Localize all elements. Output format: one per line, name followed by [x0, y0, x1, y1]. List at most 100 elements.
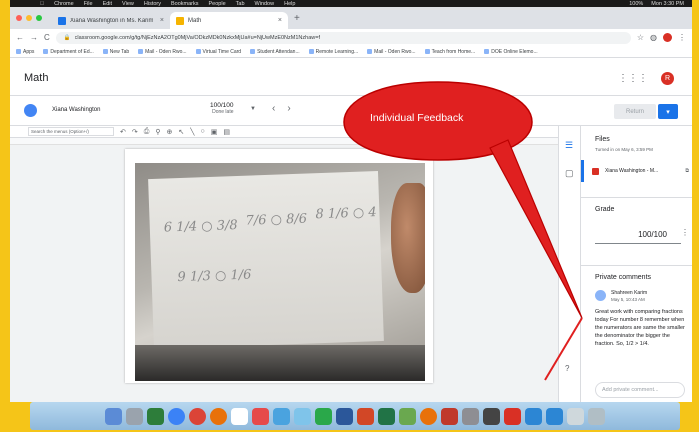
- document-page: 6 1/4 ○ 3/8 7/6 ○ 8/6 8 1/6 ○ 4 9 1/3 ○ …: [125, 149, 433, 383]
- zoom-icon[interactable]: ⊕: [167, 128, 173, 136]
- address-bar[interactable]: 🔒 classroom.google.com/g/tg/NjEzNzA2OTg0…: [55, 31, 631, 44]
- numbers-icon[interactable]: [315, 407, 332, 425]
- app-icon[interactable]: [441, 407, 458, 425]
- reload-icon[interactable]: C: [44, 33, 50, 42]
- ruler: [10, 138, 558, 145]
- account-avatar[interactable]: R: [661, 72, 674, 85]
- undo-icon[interactable]: ↶: [120, 128, 126, 136]
- folder-icon[interactable]: [525, 407, 542, 425]
- next-student-icon[interactable]: ›: [287, 103, 302, 114]
- word-icon[interactable]: [336, 407, 353, 425]
- new-tab-icon[interactable]: +: [294, 13, 300, 24]
- bookmark-item[interactable]: Apps: [16, 49, 34, 55]
- photos-icon[interactable]: [252, 407, 269, 425]
- menubar-item-people[interactable]: People: [209, 1, 226, 7]
- attached-file[interactable]: Xiana Washington - M... ⧉: [581, 160, 692, 182]
- student-name[interactable]: Xiana Washington: [52, 107, 100, 113]
- search-menus-input[interactable]: Search the menus (Option+/): [28, 127, 114, 136]
- app-icon[interactable]: [420, 407, 437, 425]
- excel-icon[interactable]: [378, 407, 395, 425]
- menubar-item-bookmarks[interactable]: Bookmarks: [171, 1, 199, 7]
- app-icon[interactable]: [399, 407, 416, 425]
- menubar-app[interactable]: Chrome: [54, 1, 74, 7]
- prev-student-icon[interactable]: ‹: [272, 103, 287, 114]
- profile-avatar[interactable]: [663, 33, 672, 42]
- settings-icon[interactable]: [462, 407, 479, 425]
- menubar-item-history[interactable]: History: [144, 1, 161, 7]
- zoom-window-button[interactable]: [36, 15, 42, 21]
- close-icon[interactable]: ×: [160, 17, 164, 24]
- app-icon[interactable]: [483, 407, 500, 425]
- shape-tool-icon[interactable]: ○: [200, 128, 204, 135]
- menubar-item-view[interactable]: View: [122, 1, 134, 7]
- bookmark-item[interactable]: New Tab: [102, 49, 129, 55]
- bookmark-item[interactable]: Remote Learning...: [308, 49, 358, 55]
- print-icon[interactable]: ⎙: [144, 128, 150, 136]
- bookmark-item[interactable]: Mail - Oden Rwo...: [367, 49, 416, 55]
- forward-arrow-icon[interactable]: →: [30, 33, 38, 42]
- menubar-item-file[interactable]: File: [84, 1, 93, 7]
- app-icon[interactable]: [294, 407, 311, 425]
- apps-grid-icon[interactable]: ⋮⋮⋮: [618, 73, 648, 84]
- select-arrow-icon[interactable]: ↖: [178, 128, 184, 136]
- bookmark-item[interactable]: DOE Online Elemo...: [484, 49, 538, 55]
- tab-math[interactable]: Math ×: [170, 12, 288, 29]
- bookmark-favicon-icon: [102, 49, 108, 54]
- app-icon[interactable]: [567, 407, 584, 425]
- image-tool-icon[interactable]: ▣: [211, 128, 218, 136]
- help-icon[interactable]: ?: [565, 364, 569, 373]
- menubar-item-help[interactable]: Help: [284, 1, 295, 7]
- back-arrow-icon[interactable]: ←: [16, 33, 24, 42]
- firefox-icon[interactable]: [210, 407, 227, 425]
- powerpoint-icon[interactable]: [357, 407, 374, 425]
- classroom-favicon-icon: [176, 16, 184, 25]
- bookmark-item[interactable]: Mail - Oden Rwo...: [138, 49, 187, 55]
- bookmarks-bar: Apps Department of Ed... New Tab Mail - …: [10, 46, 692, 58]
- redo-icon[interactable]: ↷: [132, 128, 138, 136]
- app-icon[interactable]: [147, 407, 164, 425]
- tab-stream[interactable]: Xiana Washington in Ms. Karim ×: [52, 12, 170, 29]
- menubar-item-tab[interactable]: Tab: [236, 1, 245, 7]
- minimize-window-button[interactable]: [26, 15, 32, 21]
- chrome-icon[interactable]: [189, 407, 206, 425]
- bookmark-item[interactable]: Teach from Home...: [424, 49, 475, 55]
- student-dropdown-icon[interactable]: ▼: [250, 106, 256, 112]
- bookmark-item[interactable]: Student Attendan...: [250, 49, 300, 55]
- bookmark-item[interactable]: Virtual Time Card: [195, 49, 241, 55]
- grade-input[interactable]: 100/100: [595, 222, 681, 244]
- apps-grid-icon: [16, 49, 21, 54]
- line-tool-icon[interactable]: ╲: [190, 128, 194, 136]
- bookmark-favicon-icon: [250, 49, 256, 54]
- app-icon[interactable]: [273, 407, 290, 425]
- menubar-item-edit[interactable]: Edit: [103, 1, 112, 7]
- file-type-icon: [592, 167, 599, 175]
- star-icon[interactable]: ☆: [637, 33, 644, 42]
- paint-format-icon[interactable]: ⚲: [155, 128, 160, 136]
- window-controls: [16, 15, 42, 21]
- folder-icon[interactable]: [546, 407, 563, 425]
- mac-dock: [30, 402, 680, 430]
- calendar-icon[interactable]: [231, 407, 248, 425]
- finder-icon[interactable]: [105, 407, 122, 425]
- private-comment-input[interactable]: Add private comment...: [595, 382, 685, 398]
- grade-title: Grade: [595, 206, 615, 213]
- app-icon[interactable]: [504, 407, 521, 425]
- launchpad-icon[interactable]: [126, 407, 143, 425]
- trash-icon[interactable]: [588, 407, 605, 425]
- kebab-menu-icon[interactable]: ⋮: [678, 33, 686, 42]
- return-button[interactable]: Return: [614, 104, 656, 119]
- open-external-icon[interactable]: ⧉: [685, 168, 689, 174]
- extension-icon[interactable]: ◍: [650, 33, 657, 42]
- files-panel-icon[interactable]: ☰: [565, 140, 573, 151]
- bookmark-item[interactable]: Department of Ed...: [43, 49, 94, 55]
- safari-icon[interactable]: [168, 407, 185, 425]
- return-options-button[interactable]: ▾: [658, 104, 678, 119]
- rubric-panel-icon[interactable]: ▢: [565, 168, 574, 179]
- apple-icon[interactable]: : [40, 1, 44, 7]
- bookmark-favicon-icon: [424, 49, 430, 54]
- comment-tool-icon[interactable]: ▤: [223, 128, 230, 136]
- grade-menu-icon[interactable]: ⋮: [681, 228, 689, 237]
- menubar-item-window[interactable]: Window: [255, 1, 275, 7]
- close-icon[interactable]: ×: [278, 17, 282, 24]
- close-window-button[interactable]: [16, 15, 22, 21]
